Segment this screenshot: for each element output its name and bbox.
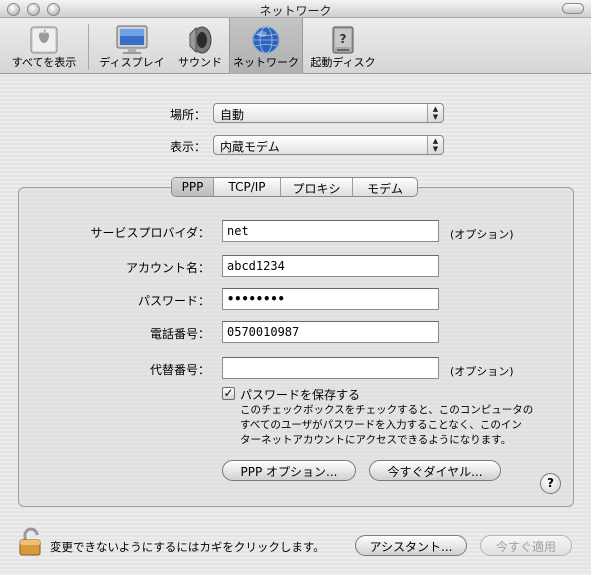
lock-icon[interactable] bbox=[18, 527, 44, 560]
save-password-checkbox[interactable]: ✓ bbox=[222, 387, 235, 400]
show-popup[interactable]: 内蔵モデム ▲ ▼ bbox=[213, 135, 444, 155]
location-popup[interactable]: 自動 ▲ ▼ bbox=[213, 103, 444, 123]
help-button[interactable]: ? bbox=[540, 473, 561, 494]
phone-number-field[interactable]: 0570010987 bbox=[222, 321, 439, 343]
toolbar-toggle-button[interactable] bbox=[562, 3, 584, 14]
tab-tcpip[interactable]: TCP/IP bbox=[214, 178, 281, 196]
assistant-button[interactable]: アシスタント... bbox=[355, 535, 467, 556]
phone-number-label: 電話番号： bbox=[149, 327, 210, 341]
description-line: すべてのユーザがパスワードを入力することなく、このイン bbox=[240, 419, 522, 431]
alternate-number-field[interactable] bbox=[222, 357, 439, 379]
tab-proxy[interactable]: プロキシ bbox=[281, 178, 353, 196]
location-value: 自動 bbox=[220, 108, 245, 122]
apply-now-button[interactable]: 今すぐ適用 bbox=[480, 535, 572, 556]
service-provider-optional-note: (オプション) bbox=[450, 228, 514, 241]
toolbar-item-display[interactable]: ディスプレイ bbox=[94, 18, 170, 74]
save-password-description: このチェックボックスをチェックすると、このコンピュータの すべてのユーザがパスワ… bbox=[240, 403, 560, 448]
show-label: 表示： bbox=[169, 140, 206, 154]
description-line: このチェックボックスをチェックすると、このコンピュータの bbox=[240, 404, 534, 416]
service-provider-field[interactable]: net bbox=[222, 220, 439, 242]
lock-message: 変更できないようにするにはカギをクリックします。 bbox=[50, 540, 325, 554]
window-title: ネットワーク bbox=[259, 4, 332, 18]
service-provider-label: サービスプロバイダ： bbox=[90, 226, 210, 240]
location-label: 場所： bbox=[169, 108, 206, 122]
toolbar: すべてを表示 ディスプレイ サウンド ネットワーク ? 起動ディスク bbox=[0, 18, 591, 74]
title-bar: ネットワーク bbox=[0, 0, 591, 18]
account-name-field[interactable]: abcd1234 bbox=[222, 255, 439, 277]
toolbar-label: すべてを表示 bbox=[11, 56, 77, 69]
tab-bar: PPP TCP/IP プロキシ モデム bbox=[171, 177, 418, 197]
system-preferences-window: ネットワーク すべてを表示 ディスプレイ サウンド ネットワーク ? 起動ディス… bbox=[0, 0, 591, 575]
toolbar-item-startup-disk[interactable]: ? 起動ディスク bbox=[306, 18, 380, 74]
alternate-number-label: 代替番号： bbox=[149, 363, 210, 377]
dial-now-button[interactable]: 今すぐダイヤル... bbox=[369, 460, 501, 481]
password-field[interactable]: •••••••• bbox=[222, 288, 439, 310]
save-password-label: パスワードを保存する bbox=[240, 388, 361, 402]
toolbar-item-network[interactable]: ネットワーク bbox=[229, 18, 303, 74]
account-name-label: アカウント名： bbox=[125, 261, 210, 275]
toolbar-label: サウンド bbox=[178, 56, 222, 69]
ppp-options-button[interactable]: PPP オプション... bbox=[222, 460, 356, 481]
description-line: ターネットアカウントにアクセスできるようになります。 bbox=[240, 434, 512, 446]
show-value: 内蔵モデム bbox=[220, 140, 280, 154]
popup-arrows-icon: ▲ ▼ bbox=[427, 104, 443, 122]
svg-text:?: ? bbox=[340, 32, 347, 46]
toolbar-separator bbox=[88, 24, 89, 70]
toolbar-label: ネットワーク bbox=[233, 56, 299, 69]
alternate-number-optional-note: (オプション) bbox=[450, 365, 514, 378]
toolbar-label: 起動ディスク bbox=[310, 56, 376, 69]
toolbar-item-show-all[interactable]: すべてを表示 bbox=[2, 18, 86, 74]
toolbar-label: ディスプレイ bbox=[99, 56, 165, 69]
popup-arrows-icon: ▲ ▼ bbox=[427, 136, 443, 154]
tab-modem[interactable]: モデム bbox=[353, 178, 417, 196]
password-label: パスワード： bbox=[137, 294, 210, 308]
toolbar-item-sound[interactable]: サウンド bbox=[172, 18, 228, 74]
tab-ppp[interactable]: PPP bbox=[172, 178, 214, 196]
